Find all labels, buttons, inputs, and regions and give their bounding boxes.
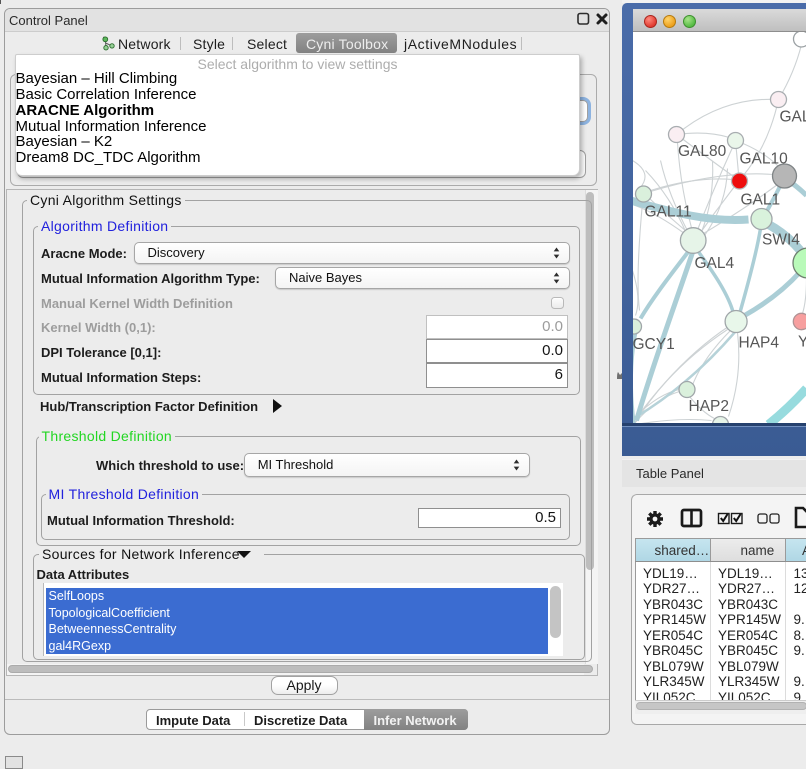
svg-text:HAP4: HAP4 <box>738 334 779 351</box>
svg-text:GAL4: GAL4 <box>694 255 734 272</box>
svg-text:HAP2: HAP2 <box>688 398 729 415</box>
svg-text:GAL10: GAL10 <box>739 150 788 167</box>
svg-text:GAL1: GAL1 <box>740 191 780 208</box>
svg-text:GAL2: GAL2 <box>779 108 806 125</box>
svg-text:GAL11: GAL11 <box>644 203 691 220</box>
svg-text:GAL80: GAL80 <box>678 143 727 160</box>
svg-text:YJR048W: YJR048W <box>798 333 806 350</box>
svg-text:SWI4: SWI4 <box>762 231 800 248</box>
svg-text:GCY1: GCY1 <box>633 336 675 353</box>
